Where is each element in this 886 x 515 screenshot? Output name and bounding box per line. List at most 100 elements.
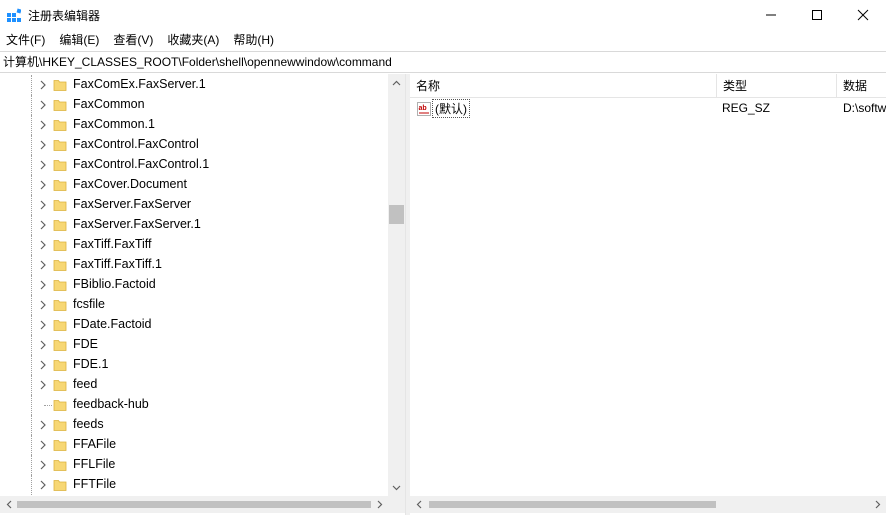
scroll-left-button[interactable] xyxy=(0,496,17,513)
tree-item[interactable]: FaxTiff.FaxTiff.1 xyxy=(0,255,388,275)
tree-item[interactable]: feed xyxy=(0,375,388,395)
tree-item[interactable]: FaxControl.FaxControl xyxy=(0,135,388,155)
scroll-left-button[interactable] xyxy=(410,496,427,513)
expand-chevron-icon[interactable] xyxy=(37,419,49,431)
address-bar[interactable]: 计算机\HKEY_CLASSES_ROOT\Folder\shell\openn… xyxy=(0,51,886,73)
expand-chevron-icon[interactable] xyxy=(37,439,49,451)
tree-item-label: feed xyxy=(73,377,98,391)
svg-text:ab: ab xyxy=(419,105,427,112)
tree-item-label: FaxTiff.FaxTiff xyxy=(73,237,152,251)
scroll-down-button[interactable] xyxy=(388,479,405,496)
scroll-right-button[interactable] xyxy=(371,496,388,513)
tree-item-label: FaxCommon xyxy=(73,97,145,111)
tree-guide-line xyxy=(31,175,32,195)
tree-item[interactable]: feedback-hub xyxy=(0,395,388,415)
column-header-type[interactable]: 类型 xyxy=(717,74,837,98)
tree-item[interactable]: FaxControl.FaxControl.1 xyxy=(0,155,388,175)
expand-chevron-icon[interactable] xyxy=(37,319,49,331)
expand-chevron-icon[interactable] xyxy=(37,259,49,271)
scroll-thumb[interactable] xyxy=(17,501,371,508)
tree-item-label: feedback-hub xyxy=(73,397,149,411)
scrollbar-corner xyxy=(388,496,405,513)
chevron-right-icon xyxy=(377,500,382,509)
expand-chevron-icon[interactable] xyxy=(37,479,49,491)
tree-item[interactable]: FDate.Factoid xyxy=(0,315,388,335)
scroll-thumb[interactable] xyxy=(389,205,404,224)
chevron-left-icon xyxy=(416,500,421,509)
tree-item-label: FaxServer.FaxServer xyxy=(73,197,192,211)
expand-chevron-icon[interactable] xyxy=(37,179,49,191)
expand-chevron-icon[interactable] xyxy=(37,159,49,171)
expand-chevron-icon[interactable] xyxy=(37,299,49,311)
tree-guide-line xyxy=(31,235,32,255)
scroll-up-button[interactable] xyxy=(388,74,405,91)
tree-item[interactable]: FaxServer.FaxServer.1 xyxy=(0,215,388,235)
key-tree-pane: FaxComEx.FaxServer.1 FaxCommon FaxCommon.1… xyxy=(0,74,405,515)
folder-icon xyxy=(53,120,67,131)
close-button[interactable] xyxy=(840,0,886,30)
expand-chevron-icon[interactable] xyxy=(37,99,49,111)
tree-item[interactable]: FDE.1 xyxy=(0,355,388,375)
folder-icon xyxy=(53,240,67,251)
expand-chevron-icon[interactable] xyxy=(37,379,49,391)
expand-chevron-icon[interactable] xyxy=(37,459,49,471)
tree-item[interactable]: FFAFile xyxy=(0,435,388,455)
folder-icon xyxy=(53,440,67,451)
tree-guide-line xyxy=(44,405,52,406)
tree-item[interactable]: FaxCommon.1 xyxy=(0,115,388,135)
expand-chevron-icon[interactable] xyxy=(37,219,49,231)
tree-horizontal-scrollbar[interactable] xyxy=(0,496,405,513)
expand-chevron-icon[interactable] xyxy=(37,139,49,151)
tree-item-label: feeds xyxy=(73,417,104,431)
folder-icon xyxy=(53,200,67,211)
menu-help[interactable]: 帮助(H) xyxy=(226,30,281,50)
tree-vertical-scrollbar[interactable] xyxy=(388,74,405,496)
menu-bar: 文件(F) 编辑(E) 查看(V) 收藏夹(A) 帮助(H) xyxy=(0,30,886,50)
maximize-button[interactable] xyxy=(794,0,840,30)
tree-item[interactable]: FaxCommon xyxy=(0,95,388,115)
column-header-name[interactable]: 名称 xyxy=(410,74,717,98)
tree-item[interactable]: fcsfile xyxy=(0,295,388,315)
folder-icon xyxy=(53,380,67,391)
expand-chevron-icon[interactable] xyxy=(37,339,49,351)
tree-item[interactable]: FaxComEx.FaxServer.1 xyxy=(0,75,388,95)
expand-chevron-icon[interactable] xyxy=(37,239,49,251)
chevron-left-icon xyxy=(6,500,11,509)
expand-chevron-icon[interactable] xyxy=(37,79,49,91)
tree-item[interactable]: FaxCover.Document xyxy=(0,175,388,195)
expand-chevron-icon[interactable] xyxy=(37,279,49,291)
value-row[interactable]: ab (默认) REG_SZ D:\softw xyxy=(410,99,886,119)
expand-chevron-icon[interactable] xyxy=(37,359,49,371)
menu-view[interactable]: 查看(V) xyxy=(106,30,160,50)
menu-edit[interactable]: 编辑(E) xyxy=(52,30,106,50)
expand-chevron-icon[interactable] xyxy=(37,199,49,211)
tree-item-label: FaxCommon.1 xyxy=(73,117,155,131)
expand-chevron-icon[interactable] xyxy=(37,119,49,131)
tree-item[interactable]: FFLFile xyxy=(0,455,388,475)
scroll-thumb[interactable] xyxy=(429,501,716,508)
menu-favorites[interactable]: 收藏夹(A) xyxy=(160,30,226,50)
tree-item-label: FaxControl.FaxControl.1 xyxy=(73,157,210,171)
tree-item[interactable]: FBiblio.Factoid xyxy=(0,275,388,295)
tree-item[interactable]: FDE xyxy=(0,335,388,355)
minimize-button[interactable] xyxy=(748,0,794,30)
tree-guide-line xyxy=(31,155,32,175)
tree-guide-line xyxy=(31,295,32,315)
tree-item-label: FaxComEx.FaxServer.1 xyxy=(73,77,206,91)
folder-icon xyxy=(53,80,67,91)
minimize-icon xyxy=(766,14,776,16)
tree-guide-line xyxy=(31,115,32,135)
tree-item-label: FFTFile xyxy=(73,477,117,491)
scroll-right-button[interactable] xyxy=(869,496,886,513)
menu-file[interactable]: 文件(F) xyxy=(0,30,52,50)
folder-icon xyxy=(53,220,67,231)
tree-item-label: FDE xyxy=(73,337,98,351)
column-header-data[interactable]: 数据 xyxy=(837,74,886,98)
list-horizontal-scrollbar[interactable] xyxy=(410,496,886,513)
tree-item-label: FaxCover.Document xyxy=(73,177,187,191)
folder-icon xyxy=(53,140,67,151)
tree-item[interactable]: feeds xyxy=(0,415,388,435)
tree-item[interactable]: FaxServer.FaxServer xyxy=(0,195,388,215)
tree-item[interactable]: FaxTiff.FaxTiff xyxy=(0,235,388,255)
tree-item[interactable]: FFTFile xyxy=(0,475,388,495)
